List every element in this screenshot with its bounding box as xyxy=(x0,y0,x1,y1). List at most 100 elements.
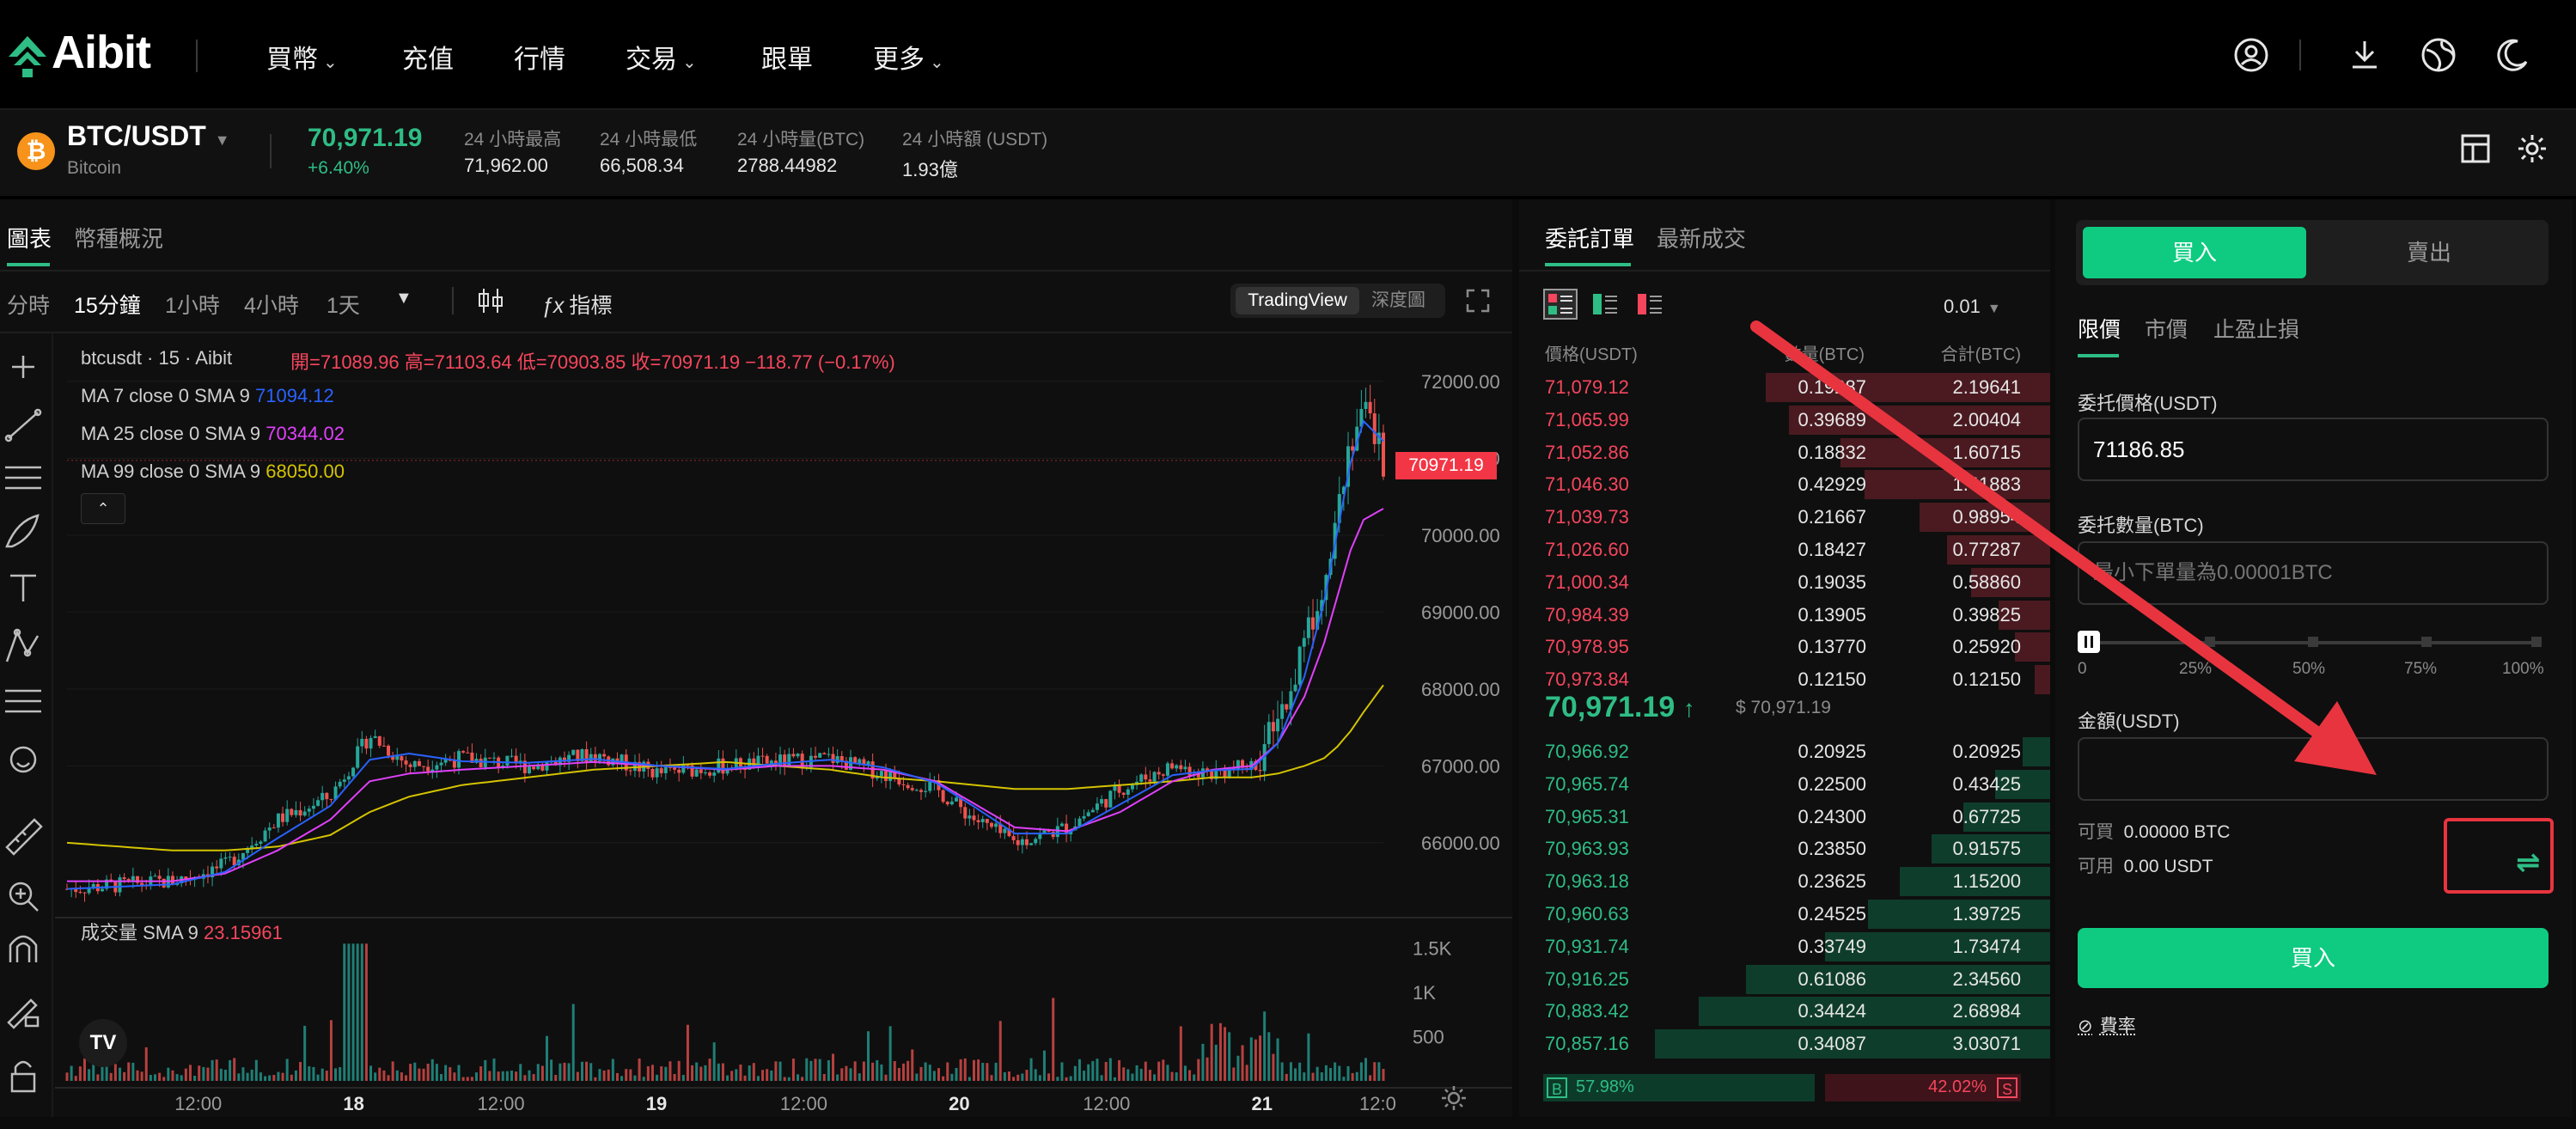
volume-bar xyxy=(932,1071,936,1081)
volume-bar xyxy=(453,1072,456,1081)
volume-bar xyxy=(409,1064,412,1081)
nav-markets[interactable]: 行情 xyxy=(514,38,565,76)
candle-body xyxy=(928,781,932,791)
candle-body xyxy=(408,764,412,767)
fee-icon: ⊘ xyxy=(2078,1016,2093,1036)
chart-settings-icon[interactable] xyxy=(1440,1084,1468,1112)
candle-body xyxy=(945,802,949,805)
tradingview-logo[interactable]: TV xyxy=(79,1019,127,1067)
candlestick-chart[interactable]: 72000.0071000.0070000.0069000.0068000.00… xyxy=(55,333,1512,1115)
candle-type-icon[interactable] xyxy=(476,287,505,314)
bid-price: 70,916.25 xyxy=(1545,967,1629,990)
candle-body xyxy=(259,841,263,845)
volume-bar xyxy=(1276,1038,1279,1081)
tab-coin-info[interactable]: 幣種概況 xyxy=(74,222,163,253)
fee-link[interactable]: ⊘ 費率 xyxy=(2078,1012,2136,1038)
volume-bar xyxy=(109,1072,113,1081)
bid-row[interactable]: 70,963.93 0.23850 0.91575 xyxy=(1519,833,2050,864)
slider-mark[interactable] xyxy=(2421,637,2432,647)
collapse-legend-button[interactable]: ⌃ xyxy=(81,493,125,524)
logo-icon[interactable] xyxy=(7,34,48,79)
buy-submit-button[interactable]: 買入 xyxy=(2078,928,2549,988)
volume-bar xyxy=(559,1063,562,1081)
volume-bar xyxy=(1179,1026,1182,1081)
volume-bar xyxy=(387,1075,390,1081)
interval-1d[interactable]: 1天 xyxy=(327,289,360,320)
volume-bar xyxy=(259,1072,262,1081)
price-tick: 72000.00 xyxy=(1421,371,1500,393)
layout-icon[interactable] xyxy=(2459,132,2492,165)
volume-bar xyxy=(1324,1065,1328,1081)
volume-bar xyxy=(470,1077,473,1081)
volume-bar xyxy=(347,943,351,1081)
nav-deposit[interactable]: 充值 xyxy=(402,38,454,76)
tab-order-book[interactable]: 委託訂單 xyxy=(1545,222,1634,253)
bid-row[interactable]: 70,931.74 0.33749 1.73474 xyxy=(1519,931,2050,961)
nav-copy-trading[interactable]: 跟單 xyxy=(761,38,813,76)
interval-4h[interactable]: 4小時 xyxy=(244,289,299,320)
volume-bar xyxy=(567,1063,571,1081)
bid-price: 70,963.18 xyxy=(1545,870,1629,893)
bid-row[interactable]: 70,960.63 0.24525 1.39725 xyxy=(1519,898,2050,929)
bid-total: 1.39725 xyxy=(1952,903,2021,925)
volume-bar xyxy=(418,1068,421,1081)
pair-selector[interactable]: BTC/USDT ▼ xyxy=(67,120,230,152)
volume-bar xyxy=(1206,1057,1209,1081)
chart-symbol-label: btcusdt · 15 · Aibit xyxy=(81,347,233,369)
view-depth[interactable]: 深度圖 xyxy=(1371,287,1425,314)
gear-icon[interactable] xyxy=(2516,132,2549,165)
candle-body xyxy=(162,878,166,888)
volume-bar xyxy=(1012,1077,1016,1081)
candle-body xyxy=(316,800,320,806)
candle-body xyxy=(302,811,307,816)
moon-icon[interactable] xyxy=(2494,36,2531,74)
candle-body xyxy=(822,753,827,754)
globe-icon[interactable] xyxy=(2420,36,2457,74)
logo-text[interactable]: Aibit xyxy=(52,26,151,79)
bid-row[interactable]: 70,916.25 0.61086 2.34560 xyxy=(1519,963,2050,994)
caret-down-icon: ▼ xyxy=(1987,302,2001,316)
transfer-icon[interactable]: ⇌ xyxy=(2516,845,2541,880)
sell-tab[interactable]: 賣出 xyxy=(2317,227,2542,278)
candle-body xyxy=(1020,839,1024,845)
function-icon: ƒx xyxy=(541,294,565,318)
interval-timeline[interactable]: 分時 xyxy=(7,289,50,320)
view-tradingview[interactable]: TradingView xyxy=(1236,287,1359,314)
stat-label-high: 24 小時最高 xyxy=(464,130,562,150)
nav-trade[interactable]: 交易 ⌄ xyxy=(626,38,697,76)
tab-chart[interactable]: 圖表 xyxy=(7,222,52,253)
candle-body xyxy=(426,766,430,772)
candle-body xyxy=(783,754,787,766)
tab-recent-trades[interactable]: 最新成交 xyxy=(1657,222,1746,253)
fullscreen-icon[interactable] xyxy=(1466,289,1490,313)
volume-bar xyxy=(312,1066,315,1081)
slider-mark[interactable] xyxy=(2531,637,2542,647)
candle-body xyxy=(364,738,369,749)
interval-15m[interactable]: 15分鐘 xyxy=(74,289,141,320)
bid-row[interactable]: 70,965.31 0.24300 0.67725 xyxy=(1519,801,2050,832)
candle-body xyxy=(157,876,162,879)
download-icon[interactable] xyxy=(2346,36,2384,74)
time-tick: 12:00 xyxy=(1083,1093,1130,1114)
interval-dropdown-icon[interactable]: ▼ xyxy=(395,289,412,308)
book-both-icon[interactable] xyxy=(1543,289,1578,320)
pencil-lock-icon xyxy=(7,998,40,1029)
interval-1h[interactable]: 1小時 xyxy=(165,289,220,320)
indicators-button[interactable]: ƒx 指標 xyxy=(541,289,612,320)
volume-bar xyxy=(82,1058,86,1081)
bid-row[interactable]: 70,857.16 0.34087 3.03071 xyxy=(1519,1028,2050,1059)
bid-row[interactable]: 70,883.42 0.34424 2.68984 xyxy=(1519,995,2050,1027)
nav-more[interactable]: 更多 ⌄ xyxy=(873,38,944,76)
candle-body xyxy=(457,751,461,768)
book-bids-icon[interactable] xyxy=(1588,289,1622,320)
buy-tab[interactable]: 買入 xyxy=(2083,227,2306,278)
volume-bar xyxy=(1329,1068,1333,1081)
candle-body xyxy=(717,758,721,773)
volume-bar xyxy=(167,1067,170,1081)
precision-select[interactable]: 0.01 ▼ xyxy=(1944,296,2001,318)
user-icon[interactable] xyxy=(2232,36,2270,74)
bid-row[interactable]: 70,963.18 0.23625 1.15200 xyxy=(1519,865,2050,897)
book-asks-icon[interactable] xyxy=(1633,289,1667,320)
candle-body xyxy=(571,749,576,755)
nav-buy-crypto[interactable]: 買幣 ⌄ xyxy=(266,38,338,76)
